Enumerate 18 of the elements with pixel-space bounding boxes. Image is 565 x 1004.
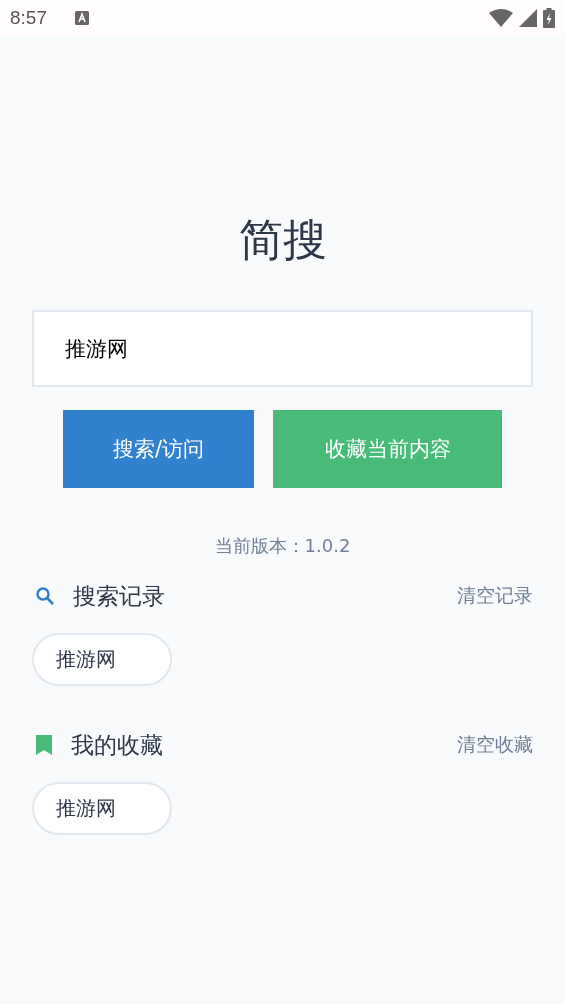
version-text: 当前版本：1.0.2: [213, 534, 352, 558]
battery-icon: [543, 8, 555, 28]
search-icon: [35, 586, 55, 606]
wifi-icon: [489, 9, 513, 27]
search-button[interactable]: 搜索/访问: [63, 410, 254, 488]
bookmark-icon: [35, 734, 53, 756]
clear-link[interactable]: 清空收藏: [457, 732, 533, 758]
search-field[interactable]: 推游网: [32, 310, 533, 387]
signal-icon: [519, 9, 537, 27]
bookmark-button[interactable]: 收藏当前内容: [273, 410, 502, 488]
history-chip[interactable]: 推游网: [32, 782, 172, 835]
status-time: 8:57: [10, 7, 47, 29]
clear-link[interactable]: 清空记录: [457, 583, 533, 609]
history-chip[interactable]: 推游网: [32, 633, 172, 686]
app-title: 简搜: [237, 213, 328, 267]
section-title: 搜索记录: [73, 581, 165, 611]
section-title: 我的收藏: [71, 730, 163, 760]
notification-icon: [75, 11, 89, 25]
